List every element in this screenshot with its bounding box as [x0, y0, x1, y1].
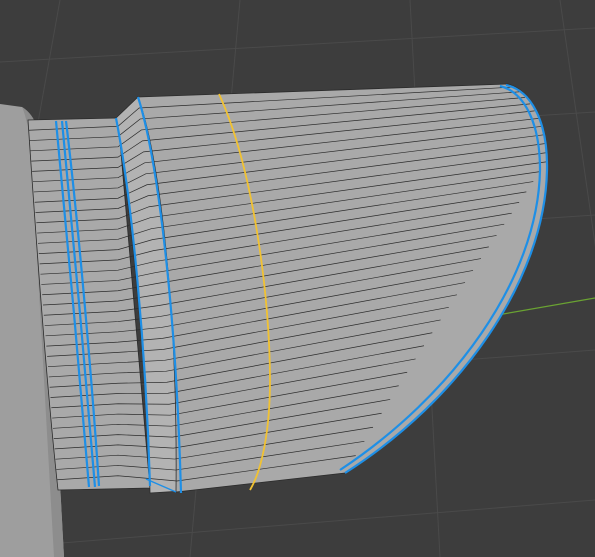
cylinder-mesh[interactable] — [27, 83, 549, 494]
main-body-face[interactable] — [137, 83, 548, 493]
3d-viewport[interactable] — [0, 0, 595, 557]
grid-line-h-4 — [0, 499, 595, 549]
grid-line-h-0 — [0, 27, 595, 63]
grid-line-v-3 — [559, 0, 595, 248]
viewport-canvas[interactable] — [0, 0, 595, 557]
